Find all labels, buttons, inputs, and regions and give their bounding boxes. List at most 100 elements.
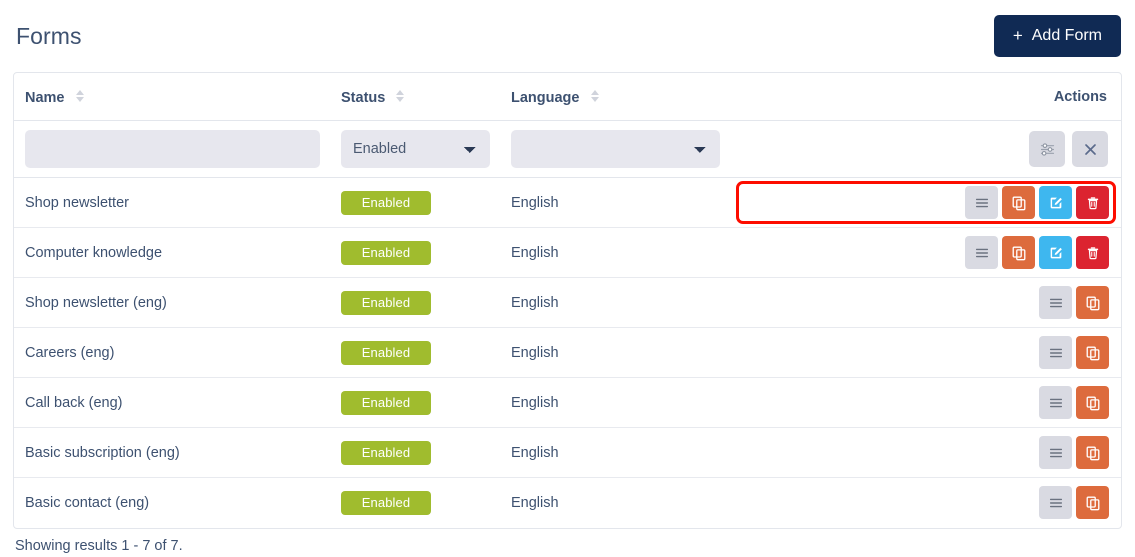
results-summary: Showing results 1 - 7 of 7. xyxy=(15,537,183,554)
row-copy-button[interactable] xyxy=(1002,236,1035,269)
status-badge: Enabled xyxy=(341,340,431,365)
table-row: Computer knowledge Enabled English xyxy=(14,227,1121,278)
sort-icon[interactable] xyxy=(75,89,85,103)
row-menu-button[interactable] xyxy=(1039,336,1072,369)
hamburger-icon xyxy=(974,195,990,211)
column-header-actions-label: Actions xyxy=(1053,89,1107,105)
column-header-language-label: Language xyxy=(511,90,580,106)
sort-icon[interactable] xyxy=(395,89,405,103)
cell-language: English xyxy=(500,227,730,278)
hamburger-icon xyxy=(1048,295,1064,311)
copy-icon xyxy=(1085,445,1101,461)
row-menu-button[interactable] xyxy=(1039,386,1072,419)
table-row: Shop newsletter (eng) Enabled English xyxy=(14,277,1121,328)
column-header-language[interactable]: Language xyxy=(500,73,730,121)
cell-name: Shop newsletter xyxy=(14,177,330,228)
hamburger-icon xyxy=(1048,495,1064,511)
add-form-button-label: Add Form xyxy=(1031,27,1102,44)
hamburger-icon xyxy=(1048,395,1064,411)
column-header-name[interactable]: Name xyxy=(14,73,330,121)
cell-actions xyxy=(730,427,1121,478)
add-form-button[interactable]: + Add Form xyxy=(993,15,1121,57)
cell-language: English xyxy=(500,177,730,228)
row-copy-button[interactable] xyxy=(1076,436,1109,469)
row-edit-button[interactable] xyxy=(1039,186,1072,219)
table-head: Name Status Language Actions xyxy=(14,73,1121,121)
copy-icon xyxy=(1085,295,1101,311)
page-header: Forms + Add Form xyxy=(13,0,1122,72)
cell-actions xyxy=(730,227,1121,278)
status-badge: Enabled xyxy=(341,490,431,515)
cell-language: English xyxy=(500,277,730,328)
sort-icon[interactable] xyxy=(590,89,600,103)
status-badge: Enabled xyxy=(341,190,431,215)
column-header-status[interactable]: Status xyxy=(330,73,500,121)
row-actions xyxy=(741,386,1111,419)
row-menu-button[interactable] xyxy=(965,236,998,269)
cell-language: English xyxy=(500,377,730,428)
cell-name: Basic contact (eng) xyxy=(25,494,150,511)
filter-name-input[interactable] xyxy=(25,130,320,168)
row-copy-button[interactable] xyxy=(1002,186,1035,219)
cell-status: Enabled xyxy=(330,277,500,328)
edit-icon xyxy=(1048,195,1064,211)
column-header-status-label: Status xyxy=(341,90,386,106)
cell-name: Basic subscription (eng) xyxy=(14,427,330,478)
forms-table: Name Status Language Actions Enabled Sho… xyxy=(14,73,1121,528)
cell-name: Careers (eng) xyxy=(14,327,330,378)
trash-icon xyxy=(1085,245,1101,261)
edit-icon xyxy=(1048,245,1064,261)
copy-icon xyxy=(1011,245,1027,261)
cell-language: English xyxy=(500,427,730,478)
trash-icon xyxy=(1085,195,1101,211)
row-menu-button[interactable] xyxy=(1039,286,1072,319)
table-body: Enabled Shop newsletter Enabled English … xyxy=(14,120,1121,528)
row-copy-button[interactable] xyxy=(1076,336,1109,369)
row-copy-button[interactable] xyxy=(1076,286,1109,319)
filter-language-select[interactable] xyxy=(511,130,720,168)
row-menu-button[interactable] xyxy=(1039,486,1072,520)
row-copy-button[interactable] xyxy=(1076,386,1109,419)
cell-name: Computer knowledge xyxy=(14,227,330,278)
row-delete-button[interactable] xyxy=(1076,236,1109,269)
row-actions xyxy=(741,336,1111,369)
copy-icon xyxy=(1085,345,1101,361)
cell-actions xyxy=(730,177,1121,228)
row-actions xyxy=(741,286,1111,319)
copy-icon xyxy=(1085,395,1101,411)
table-row: Basic subscription (eng) Enabled English xyxy=(14,427,1121,478)
row-edit-button[interactable] xyxy=(1039,236,1072,269)
filter-cell-name xyxy=(14,120,330,178)
filter-status-select[interactable]: Enabled xyxy=(341,130,490,168)
cell-name: Call back (eng) xyxy=(14,377,330,428)
row-menu-button[interactable] xyxy=(965,186,998,219)
cell-status: Enabled xyxy=(330,227,500,278)
plus-icon: + xyxy=(1012,25,1023,45)
sliders-icon-button[interactable] xyxy=(1029,131,1065,167)
cell-status: Enabled xyxy=(330,427,500,478)
table-row: Basic contact (eng) Enabled English xyxy=(14,478,1121,528)
filter-row: Enabled xyxy=(14,120,1121,178)
page-title: Forms xyxy=(16,22,82,49)
table-row: Call back (eng) Enabled English xyxy=(14,377,1121,428)
row-actions xyxy=(741,236,1111,269)
row-delete-button[interactable] xyxy=(1076,186,1109,219)
forms-page: Forms + Add Form Name Status Language Ac… xyxy=(0,0,1135,557)
row-copy-button[interactable] xyxy=(1076,486,1109,520)
close-icon xyxy=(1083,142,1098,157)
status-badge: Enabled xyxy=(341,290,431,315)
cell-actions xyxy=(730,478,1121,528)
status-badge: Enabled xyxy=(341,440,431,465)
cell-actions xyxy=(730,277,1121,328)
clear-filters-button[interactable] xyxy=(1072,131,1108,167)
filter-actions xyxy=(741,131,1111,167)
cell-status: Enabled xyxy=(330,177,500,228)
row-actions xyxy=(741,436,1111,469)
row-actions xyxy=(736,181,1116,224)
filter-cell-status: Enabled xyxy=(330,120,500,178)
status-badge: Enabled xyxy=(341,390,431,415)
column-header-name-label: Name xyxy=(25,90,65,106)
hamburger-icon xyxy=(1048,345,1064,361)
row-menu-button[interactable] xyxy=(1039,436,1072,469)
table-row: Careers (eng) Enabled English xyxy=(14,327,1121,378)
